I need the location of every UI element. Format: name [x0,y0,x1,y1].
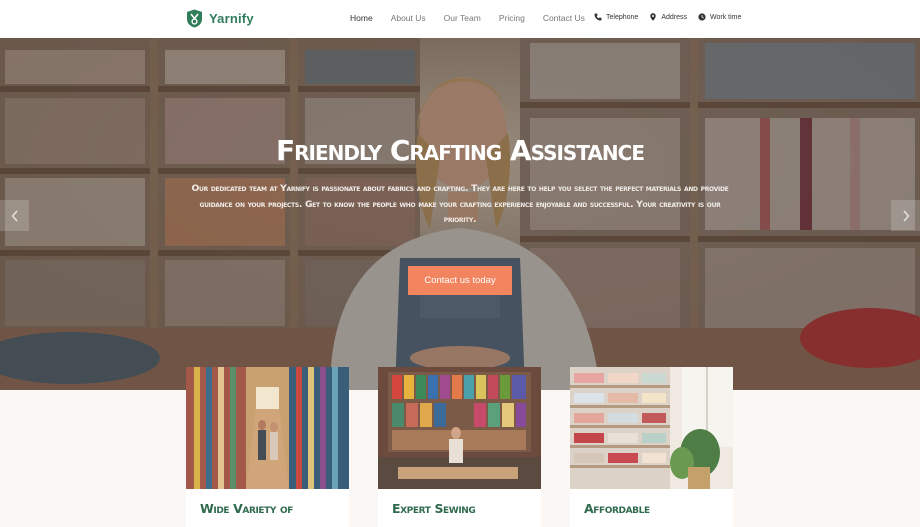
card-title: Wide Variety of [200,501,293,516]
nav-item-contact-us[interactable]: Contact Us [543,13,585,23]
contact-worktime[interactable]: Work time [698,13,741,21]
card-title: Affordable [584,501,650,516]
contact-links: Telephone Address Work time [594,13,741,21]
chevron-right-icon [902,210,909,221]
nav-item-pricing[interactable]: Pricing [499,13,525,23]
nav-item-about-us[interactable]: About Us [391,13,426,23]
card-image-fabric-shelves [570,367,733,489]
contact-worktime-label: Work time [710,13,742,21]
nav-item-our-team[interactable]: Our Team [444,13,481,23]
slider-next-button[interactable] [891,200,920,231]
clock-icon [698,13,706,21]
feature-cards: Wide Variety of Expert Sewing Affordable [186,367,733,527]
hero-section: Friendly Crafting Assistance Our dedicat… [0,38,920,390]
slider-prev-button[interactable] [0,200,29,231]
feature-card[interactable]: Expert Sewing [378,367,541,527]
contact-telephone[interactable]: Telephone [594,13,638,21]
shield-logo-icon [187,9,202,28]
contact-address-label: Address [661,13,687,21]
card-image-fabric-aisle [186,367,349,489]
feature-card[interactable]: Wide Variety of [186,367,349,527]
brand-logo[interactable]: Yarnify [186,9,254,28]
phone-icon [594,13,602,21]
map-pin-icon [650,13,657,21]
chevron-left-icon [11,210,18,221]
site-header: Yarnify Home About Us Our Team Pricing C… [0,0,920,38]
brand-name: Yarnify [209,11,254,26]
hero-title: Friendly Crafting Assistance [276,134,645,167]
main-nav: Home About Us Our Team Pricing Contact U… [350,13,603,23]
contact-telephone-label: Telephone [606,13,639,21]
nav-item-home[interactable]: Home [350,13,373,23]
contact-address[interactable]: Address [649,13,687,21]
card-image-sewing-shop [378,367,541,489]
contact-us-today-button[interactable]: Contact us today [408,266,512,295]
hero-description: Our dedicated team at Yarnify is passion… [191,183,729,225]
card-title: Expert Sewing [392,501,476,516]
feature-card[interactable]: Affordable [570,367,733,527]
